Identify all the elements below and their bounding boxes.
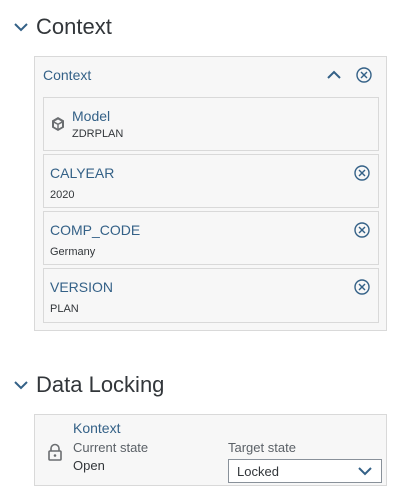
filter-label: CALYEAR [50,165,115,181]
filter-label: VERSION [50,279,114,295]
chevron-down-icon[interactable] [12,376,30,394]
filter-card-calyear[interactable]: CALYEAR 2020 [43,154,379,208]
current-state-label: Current state [73,440,149,455]
filter-value: PLAN [50,303,79,315]
circle-x-icon[interactable] [352,163,372,183]
current-state-value: Open [73,458,105,473]
model-card[interactable]: Model ZDRPLAN [43,97,379,151]
cube-icon [52,117,64,131]
data-locking-section-header[interactable]: Data Locking [12,372,164,398]
target-state-label: Target state [228,440,296,455]
filter-label: COMP_CODE [50,222,141,238]
filter-value: 2020 [50,189,75,201]
filter-card-version[interactable]: VERSION PLAN [43,268,379,323]
chevron-down-icon [358,467,372,476]
model-value: ZDRPLAN [72,128,124,140]
data-locking-panel: Kontext Current state Open Target state … [34,414,387,486]
model-label: Model [72,108,111,124]
circle-x-icon[interactable] [352,277,372,297]
chevron-down-icon[interactable] [12,18,30,36]
filter-value: Germany [50,246,96,258]
context-panel: Context Model ZDRPLAN CALYEAR 2020 COMP_… [34,56,387,331]
chevron-up-icon[interactable] [324,65,344,85]
context-panel-title: Context [43,67,92,83]
circle-x-icon[interactable] [354,65,374,85]
circle-x-icon[interactable] [352,220,372,240]
target-state-select[interactable]: Locked [228,459,382,483]
lock-icon [48,443,62,461]
context-section-header[interactable]: Context [12,14,112,40]
filter-card-comp-code[interactable]: COMP_CODE Germany [43,211,379,265]
target-state-selected: Locked [237,463,279,479]
section-title-context: Context [36,14,112,39]
kontext-link[interactable]: Kontext [73,420,120,436]
section-title-data-locking: Data Locking [36,372,165,397]
